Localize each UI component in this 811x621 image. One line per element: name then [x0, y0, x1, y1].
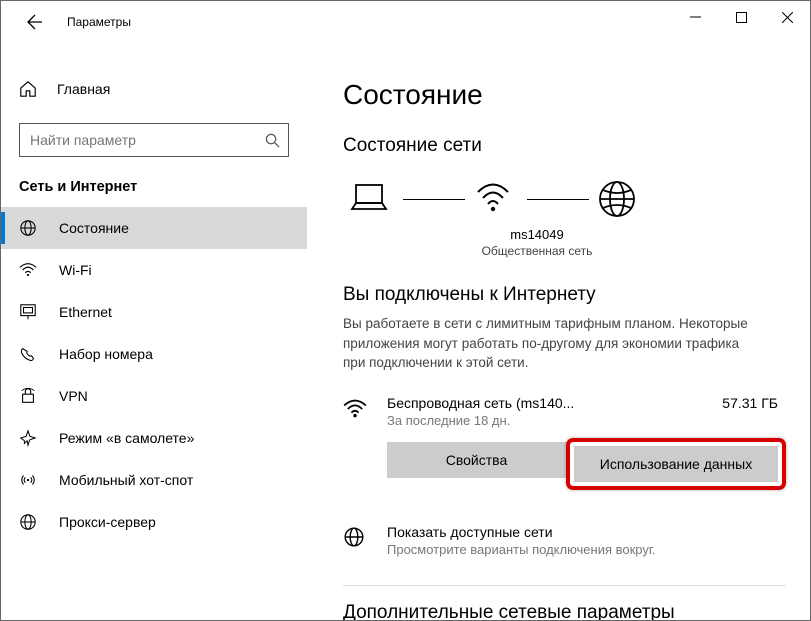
maximize-button[interactable] — [718, 1, 764, 33]
page-title: Состояние — [343, 79, 786, 111]
extra-params-title: Дополнительные сетевые параметры — [343, 602, 786, 620]
sidebar-section-title: Сеть и Интернет — [1, 157, 307, 207]
back-button[interactable] — [17, 4, 53, 40]
sidebar-item-wifi[interactable]: Wi-Fi — [1, 249, 307, 291]
sidebar-item-label: VPN — [59, 388, 88, 404]
wifi-icon — [343, 395, 373, 421]
show-networks-title: Показать доступные сети — [387, 524, 656, 540]
sidebar-item-label: Wi-Fi — [59, 262, 92, 278]
connected-title: Вы подключены к Интернету — [343, 284, 786, 306]
line-icon — [527, 199, 589, 200]
sidebar-item-status[interactable]: Состояние — [1, 207, 307, 249]
home-link[interactable]: Главная — [1, 67, 307, 111]
sidebar-item-dialup[interactable]: Набор номера — [1, 333, 307, 375]
network-kind: Общественная сеть — [467, 244, 607, 258]
properties-button[interactable]: Свойства — [387, 442, 566, 478]
connection-name: Беспроводная сеть (ms140... — [387, 395, 722, 411]
network-diagram — [343, 177, 786, 221]
search-input[interactable] — [30, 132, 265, 148]
sidebar-item-airplane[interactable]: Режим «в самолете» — [1, 417, 307, 459]
sidebar-item-label: Состояние — [59, 220, 129, 236]
sidebar-item-label: Прокси-сервер — [59, 514, 156, 530]
show-networks-link[interactable]: Показать доступные сети Просмотрите вари… — [343, 524, 786, 557]
globe-large-icon — [595, 177, 639, 221]
globe-icon — [19, 219, 41, 237]
sidebar-item-hotspot[interactable]: Мобильный хот-спот — [1, 459, 307, 501]
sidebar-item-label: Набор номера — [59, 346, 153, 362]
globe-icon — [343, 524, 373, 557]
sidebar-item-vpn[interactable]: VPN — [1, 375, 307, 417]
wifi-router-icon — [471, 177, 515, 221]
ethernet-icon — [19, 303, 41, 321]
sidebar-item-ethernet[interactable]: Ethernet — [1, 291, 307, 333]
home-icon — [19, 80, 41, 98]
connection-usage: 57.31 ГБ — [722, 395, 786, 411]
laptop-icon — [347, 177, 391, 221]
vpn-icon — [19, 387, 41, 405]
dialup-icon — [19, 345, 41, 363]
status-heading: Состояние сети — [343, 135, 786, 157]
highlight-ring: Использование данных — [566, 438, 786, 490]
show-networks-desc: Просмотрите варианты подключения вокруг. — [387, 542, 656, 557]
window-title: Параметры — [67, 15, 131, 29]
home-label: Главная — [57, 81, 110, 97]
line-icon — [403, 199, 465, 200]
main-content: Состояние Состояние сети ms14049 Обществ… — [307, 43, 810, 620]
wifi-icon — [19, 261, 41, 279]
close-button[interactable] — [764, 1, 810, 33]
sidebar: Главная Сеть и Интернет Состояние Wi-Fi — [1, 43, 307, 620]
connection-period: За последние 18 дн. — [387, 413, 722, 428]
data-usage-button[interactable]: Использование данных — [574, 446, 778, 482]
sidebar-item-label: Ethernet — [59, 304, 112, 320]
hotspot-icon — [19, 471, 41, 489]
sidebar-item-label: Режим «в самолете» — [59, 430, 194, 446]
airplane-icon — [19, 429, 41, 447]
minimize-button[interactable] — [672, 1, 718, 33]
sidebar-item-label: Мобильный хот-спот — [59, 472, 193, 488]
sidebar-item-proxy[interactable]: Прокси-сервер — [1, 501, 307, 543]
connected-description: Вы работаете в сети с лимитным тарифным … — [343, 314, 763, 373]
proxy-icon — [19, 513, 41, 531]
network-label: ms14049 Общественная сеть — [467, 227, 607, 258]
search-icon — [265, 133, 280, 148]
search-input-container[interactable] — [19, 123, 289, 157]
ssid: ms14049 — [467, 227, 607, 242]
divider — [343, 585, 786, 586]
connection-row: Беспроводная сеть (ms140... За последние… — [343, 395, 786, 428]
